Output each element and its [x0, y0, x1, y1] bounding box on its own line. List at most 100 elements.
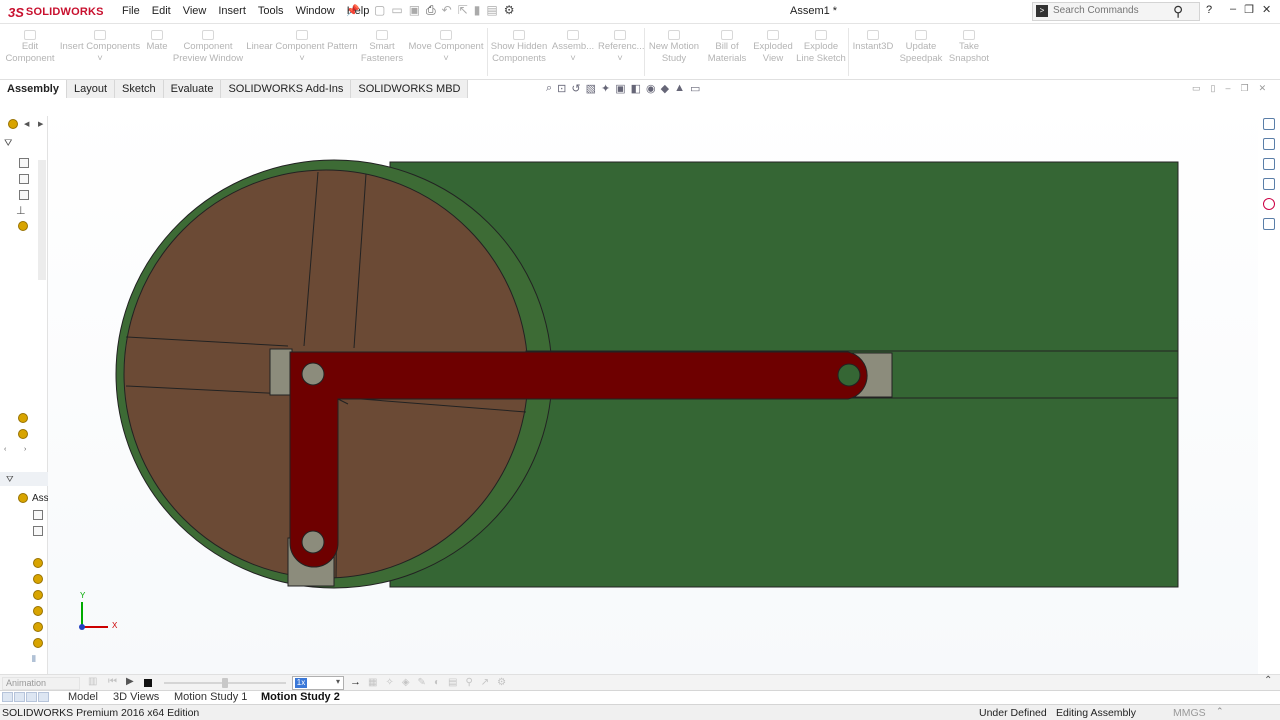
lights-cameras-icon[interactable]: [33, 526, 43, 536]
damper-icon[interactable]: ⚲: [465, 677, 472, 688]
close-icon[interactable]: ✕: [1262, 3, 1271, 16]
minimize-icon[interactable]: –: [1230, 3, 1236, 16]
motion-tree-root[interactable]: Ass: [32, 493, 49, 504]
panel-left-arrow-icon[interactable]: ◀: [24, 120, 29, 128]
design-library-icon[interactable]: [1263, 138, 1275, 150]
component-icon[interactable]: [33, 558, 43, 568]
explode-line-sketch-button[interactable]: Explode Line Sketch: [796, 30, 846, 65]
open-document-icon[interactable]: ▭: [391, 3, 402, 18]
tab-3d-views[interactable]: 3D Views: [113, 691, 159, 704]
menu-view[interactable]: View: [177, 4, 213, 18]
zoom-to-area-icon[interactable]: ⊡: [557, 82, 566, 95]
motion-study-properties-icon[interactable]: ⚙: [497, 677, 506, 688]
dynamic-annotation-icon[interactable]: ✦: [601, 82, 610, 95]
apply-scene-icon[interactable]: ▲: [674, 82, 685, 95]
view-settings-icon[interactable]: ▭: [690, 82, 700, 95]
filter-icon[interactable]: ⛛: [4, 138, 12, 149]
reference-geometry-button[interactable]: Referenc... ˅: [598, 30, 644, 65]
play-from-start-icon[interactable]: ⏮: [108, 676, 117, 687]
resources-home-icon[interactable]: [1263, 118, 1275, 130]
tree-scrollbar[interactable]: [38, 160, 46, 280]
autokey-icon[interactable]: ◈: [402, 677, 410, 688]
custom-properties-icon[interactable]: [1263, 218, 1275, 230]
force-icon[interactable]: ↗: [481, 677, 489, 688]
component-icon[interactable]: [33, 638, 43, 648]
component-icon[interactable]: [33, 606, 43, 616]
viewport-minimize-icon[interactable]: –: [1225, 83, 1230, 94]
assembly-model[interactable]: [48, 98, 1258, 674]
tab-layout[interactable]: Layout: [66, 80, 116, 98]
linear-component-pattern-button[interactable]: Linear Component Pattern ˅: [246, 30, 358, 65]
origin-icon[interactable]: ⊥: [16, 204, 26, 217]
edit-appearance-icon[interactable]: ◆: [661, 82, 669, 95]
tab-mbd[interactable]: SOLIDWORKS MBD: [351, 80, 469, 98]
edit-component-button[interactable]: Edit Component: [4, 30, 56, 65]
orientation-icon[interactable]: [33, 510, 43, 520]
first-tab-icon[interactable]: [2, 692, 13, 702]
view-palette-icon[interactable]: [1263, 178, 1275, 190]
search-commands[interactable]: > ⚲: [1032, 2, 1200, 21]
annotations-icon[interactable]: [19, 190, 29, 200]
undo-icon[interactable]: ↶: [442, 3, 452, 18]
component-icon[interactable]: [18, 413, 28, 423]
tab-sketch[interactable]: Sketch: [115, 80, 164, 98]
component-icon[interactable]: [33, 622, 43, 632]
component-icon[interactable]: [33, 590, 43, 600]
component-preview-window-button[interactable]: Component Preview Window: [172, 30, 244, 65]
motor-icon[interactable]: ◐: [434, 677, 440, 688]
restore-icon[interactable]: ❐: [1244, 3, 1254, 16]
pin-menu-icon[interactable]: 📌: [346, 4, 360, 17]
show-hidden-components-button[interactable]: Show Hidden Components: [490, 30, 548, 65]
instant3d-button[interactable]: Instant3D: [850, 30, 896, 53]
save-icon[interactable]: ▣: [409, 3, 420, 18]
help-icon[interactable]: ?: [1206, 4, 1212, 16]
assembly-features-button[interactable]: Assemb... ˅: [550, 30, 596, 65]
display-style-icon[interactable]: ◧: [631, 82, 641, 95]
search-icon[interactable]: ⚲: [1173, 3, 1183, 20]
save-animation-icon[interactable]: ▦: [368, 677, 377, 688]
view-orientation-icon[interactable]: ▣: [615, 82, 625, 95]
play-icon[interactable]: ▶: [126, 676, 134, 687]
zoom-to-fit-icon[interactable]: ⌕: [546, 82, 552, 95]
take-snapshot-button[interactable]: Take Snapshot: [946, 30, 992, 65]
file-explorer-icon[interactable]: [1263, 158, 1275, 170]
tile-icon[interactable]: ▯: [1211, 83, 1216, 94]
playback-slider[interactable]: [164, 678, 286, 688]
mates-icon[interactable]: ⫴: [32, 654, 36, 665]
section-view-icon[interactable]: ▧: [586, 82, 596, 95]
print-icon[interactable]: ⎙: [426, 3, 436, 18]
stop-icon[interactable]: [144, 679, 152, 687]
menu-tools[interactable]: Tools: [252, 4, 290, 18]
menu-window[interactable]: Window: [290, 4, 341, 18]
playback-mode-icon[interactable]: →: [350, 676, 361, 688]
last-tab-icon[interactable]: [38, 692, 49, 702]
insert-components-button[interactable]: Insert Components ˅: [58, 30, 142, 65]
hide-show-items-icon[interactable]: ◉: [646, 82, 656, 95]
tree-scroll-right-icon[interactable]: ›: [24, 446, 26, 453]
menu-edit[interactable]: Edit: [146, 4, 177, 18]
add-key-icon[interactable]: ✎: [418, 677, 426, 688]
update-speedpak-button[interactable]: Update Speedpak: [898, 30, 944, 65]
search-input[interactable]: [1053, 5, 1173, 16]
collapse-motion-manager-icon[interactable]: ⌃: [1264, 675, 1272, 686]
rebuild-icon[interactable]: ▮: [474, 3, 481, 18]
next-tab-icon[interactable]: [26, 692, 37, 702]
assembly-icon[interactable]: [8, 119, 18, 129]
tab-addins[interactable]: SOLIDWORKS Add-Ins: [221, 80, 352, 98]
tab-motion-study-2[interactable]: Motion Study 2: [261, 691, 340, 704]
tab-motion-study-1[interactable]: Motion Study 1: [174, 691, 247, 704]
calculate-icon[interactable]: ▥: [88, 676, 97, 687]
solidworks-logo[interactable]: 3S SOLIDWORKS: [8, 3, 104, 21]
sensors-icon[interactable]: [19, 174, 29, 184]
panel-right-arrow-icon[interactable]: ▶: [38, 120, 43, 128]
menu-file[interactable]: File: [116, 4, 146, 18]
smart-fasteners-button[interactable]: Smart Fasteners: [360, 30, 404, 65]
playback-speed-select[interactable]: 1x ▾: [292, 676, 344, 690]
graphics-viewport[interactable]: [48, 98, 1258, 674]
menu-insert[interactable]: Insert: [212, 4, 252, 18]
viewport-restore-icon[interactable]: ❐: [1240, 83, 1248, 94]
study-type-select[interactable]: Animation: [2, 677, 80, 690]
select-icon[interactable]: ⇱: [458, 3, 468, 18]
component-icon[interactable]: [18, 429, 28, 439]
motion-filter-icon[interactable]: ⛛: [6, 474, 14, 485]
